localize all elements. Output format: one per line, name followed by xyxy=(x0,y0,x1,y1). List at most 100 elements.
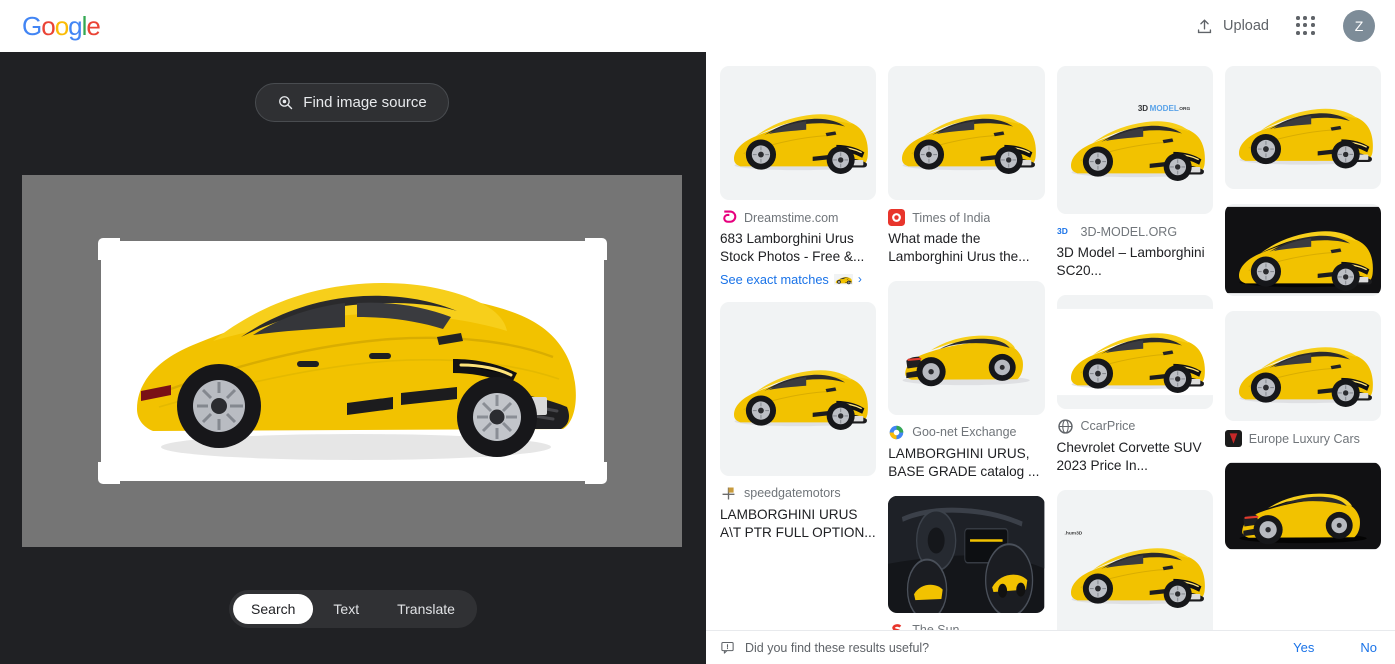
result-title[interactable]: What made the Lamborghini Urus the... xyxy=(888,230,1044,266)
result-source-name: Europe Luxury Cars xyxy=(1248,431,1360,446)
svg-text:MODEL: MODEL xyxy=(1149,104,1178,113)
svg-text:.hum3D: .hum3D xyxy=(1064,530,1082,536)
crop-handle-bottom-right[interactable] xyxy=(584,462,607,484)
svg-text:3D: 3D xyxy=(1057,226,1068,236)
result-thumbnail[interactable] xyxy=(720,66,877,200)
apps-grid-icon[interactable] xyxy=(1295,15,1317,37)
result-source-row: Goo-net Exchange xyxy=(888,424,1044,441)
logo-letter: g xyxy=(68,10,83,41)
the-sun-icon xyxy=(888,621,906,630)
tab-text[interactable]: Text xyxy=(315,594,377,624)
result-source-row: Dreamstime.com xyxy=(720,209,876,226)
result-card[interactable]: CcarPrice Chevrolet Corvette SUV 2023 Pri… xyxy=(1056,294,1213,475)
find-source-row: Find image source xyxy=(0,83,706,202)
result-card[interactable] xyxy=(1224,462,1381,550)
result-card[interactable]: Goo-net Exchange LAMBORGHINI URUS, BASE G… xyxy=(888,280,1045,481)
dreamstime-icon xyxy=(720,209,737,226)
logo-letter: G xyxy=(22,10,42,41)
upload-icon xyxy=(1197,18,1212,33)
result-thumbnail[interactable]: 3D MODEL ORG xyxy=(1056,66,1213,214)
result-source-name: 3D-MODEL.ORG xyxy=(1080,224,1178,239)
result-thumbnail[interactable] xyxy=(1056,294,1213,409)
result-thumbnail[interactable] xyxy=(720,301,877,476)
logo-letter: e xyxy=(86,10,101,41)
logo-letter: o xyxy=(54,10,70,41)
crop-handle-top-right[interactable] xyxy=(584,238,607,260)
find-image-source-button[interactable]: Find image source xyxy=(255,83,449,122)
result-source-row: The Sun xyxy=(888,621,1044,630)
upload-button[interactable]: Upload xyxy=(1195,17,1269,36)
result-card[interactable]: speedgatemotors LAMBORGHINI URUS A\T PTR … xyxy=(720,301,877,542)
exact-match-thumbnail xyxy=(833,273,853,286)
result-source-name: Goo-net Exchange xyxy=(912,425,1017,440)
result-card[interactable]: Europe Luxury Cars xyxy=(1224,311,1381,447)
lens-search-icon xyxy=(279,96,293,110)
result-thumbnail[interactable]: .hum3D xyxy=(1056,489,1213,630)
result-thumbnail[interactable] xyxy=(888,66,1045,200)
europe-luxury-icon xyxy=(1224,430,1242,447)
result-card[interactable]: 3D MODEL ORG 3D 3D-MODEL.ORG 3D Model – Lambo… xyxy=(1056,66,1213,280)
result-thumbnail[interactable] xyxy=(1224,204,1381,296)
avatar[interactable]: Z xyxy=(1343,10,1375,42)
result-source-row: Europe Luxury Cars xyxy=(1224,430,1381,447)
feedback-yes-button[interactable]: Yes xyxy=(1293,640,1314,655)
result-title[interactable]: LAMBORGHINI URUS A\T PTR FULL OPTION... xyxy=(720,506,876,542)
result-card[interactable]: Times of India What made the Lamborghini … xyxy=(888,66,1045,266)
crop-handle-top-left[interactable] xyxy=(97,238,120,260)
crop-selection-box[interactable] xyxy=(97,238,607,484)
svg-text:3D: 3D xyxy=(1137,104,1147,113)
tab-translate[interactable]: Translate xyxy=(379,594,473,624)
image-stage xyxy=(22,175,682,547)
tab-search[interactable]: Search xyxy=(233,594,314,624)
result-source-name: speedgatemotors xyxy=(744,486,841,501)
result-title[interactable]: Chevrolet Corvette SUV 2023 Price In... xyxy=(1057,439,1213,475)
upload-label: Upload xyxy=(1223,18,1269,34)
svg-text:ORG: ORG xyxy=(1179,106,1190,112)
ccarprice-icon xyxy=(1057,418,1074,435)
visual-matches-grid: Dreamstime.com 683 Lamborghini Urus Stock… xyxy=(706,52,1395,630)
result-thumbnail[interactable] xyxy=(888,495,1045,613)
result-card[interactable]: The SunLamborghini Urus revealed: the £1… xyxy=(888,495,1045,630)
result-thumbnail[interactable] xyxy=(1224,311,1381,421)
feedback-bar: Did you find these results useful? Yes N… xyxy=(706,630,1395,664)
result-source-name: Dreamstime.com xyxy=(744,210,839,225)
image-panel: Find image source Search Text Translate xyxy=(0,52,706,664)
see-exact-matches-link[interactable]: See exact matches › xyxy=(720,272,876,287)
result-thumbnail[interactable] xyxy=(888,280,1045,415)
result-source-row: CcarPrice xyxy=(1057,418,1213,435)
result-title[interactable]: 3D Model – Lamborghini SC20... xyxy=(1057,244,1213,280)
result-card[interactable]: .hum3D3D3dmodels.orgLamborghini Urus 3D … xyxy=(1056,489,1213,630)
result-thumbnail[interactable] xyxy=(1224,66,1381,189)
see-exact-matches-label: See exact matches xyxy=(720,271,829,287)
top-header: Google Upload Z xyxy=(0,0,1395,52)
header-actions: Upload Z xyxy=(1195,10,1379,42)
result-card[interactable]: Dreamstime.com 683 Lamborghini Urus Stock… xyxy=(720,66,877,287)
result-source-name: CcarPrice xyxy=(1080,419,1136,434)
result-card[interactable] xyxy=(1224,66,1381,189)
crop-handle-bottom-left[interactable] xyxy=(97,462,120,484)
feedback-icon xyxy=(721,641,734,654)
page-body: Find image source Search Text Translate … xyxy=(0,52,1395,664)
speedgate-icon xyxy=(720,484,737,502)
goonet-icon xyxy=(888,424,905,441)
google-logo[interactable]: Google xyxy=(22,10,101,42)
results-panel: Dreamstime.com 683 Lamborghini Urus Stock… xyxy=(706,52,1395,664)
result-card[interactable] xyxy=(1224,204,1381,296)
times-of-india-icon xyxy=(888,209,906,226)
result-title[interactable]: LAMBORGHINI URUS, BASE GRADE catalog ... xyxy=(888,445,1044,481)
result-title[interactable]: 683 Lamborghini Urus Stock Photos - Free… xyxy=(720,230,876,266)
3d-model-icon: 3D xyxy=(1057,223,1074,240)
result-thumbnail[interactable] xyxy=(1224,462,1381,550)
find-image-source-label: Find image source xyxy=(303,94,427,111)
chevron-right-icon: › xyxy=(857,272,862,287)
result-source-name: The Sun xyxy=(912,623,959,630)
google-lens-page: Google Upload Z Find image source Search… xyxy=(0,0,1395,664)
feedback-question: Did you find these results useful? xyxy=(745,640,930,655)
uploaded-image-lamborghini-urus xyxy=(100,241,604,481)
feedback-no-button[interactable]: No xyxy=(1360,640,1377,655)
result-source-row: Times of India xyxy=(888,209,1044,226)
logo-letter: o xyxy=(41,10,56,41)
result-source-row: 3D 3D-MODEL.ORG xyxy=(1057,223,1213,240)
mode-tab-bar: Search Text Translate xyxy=(229,590,477,628)
result-source-row: speedgatemotors xyxy=(720,484,876,502)
